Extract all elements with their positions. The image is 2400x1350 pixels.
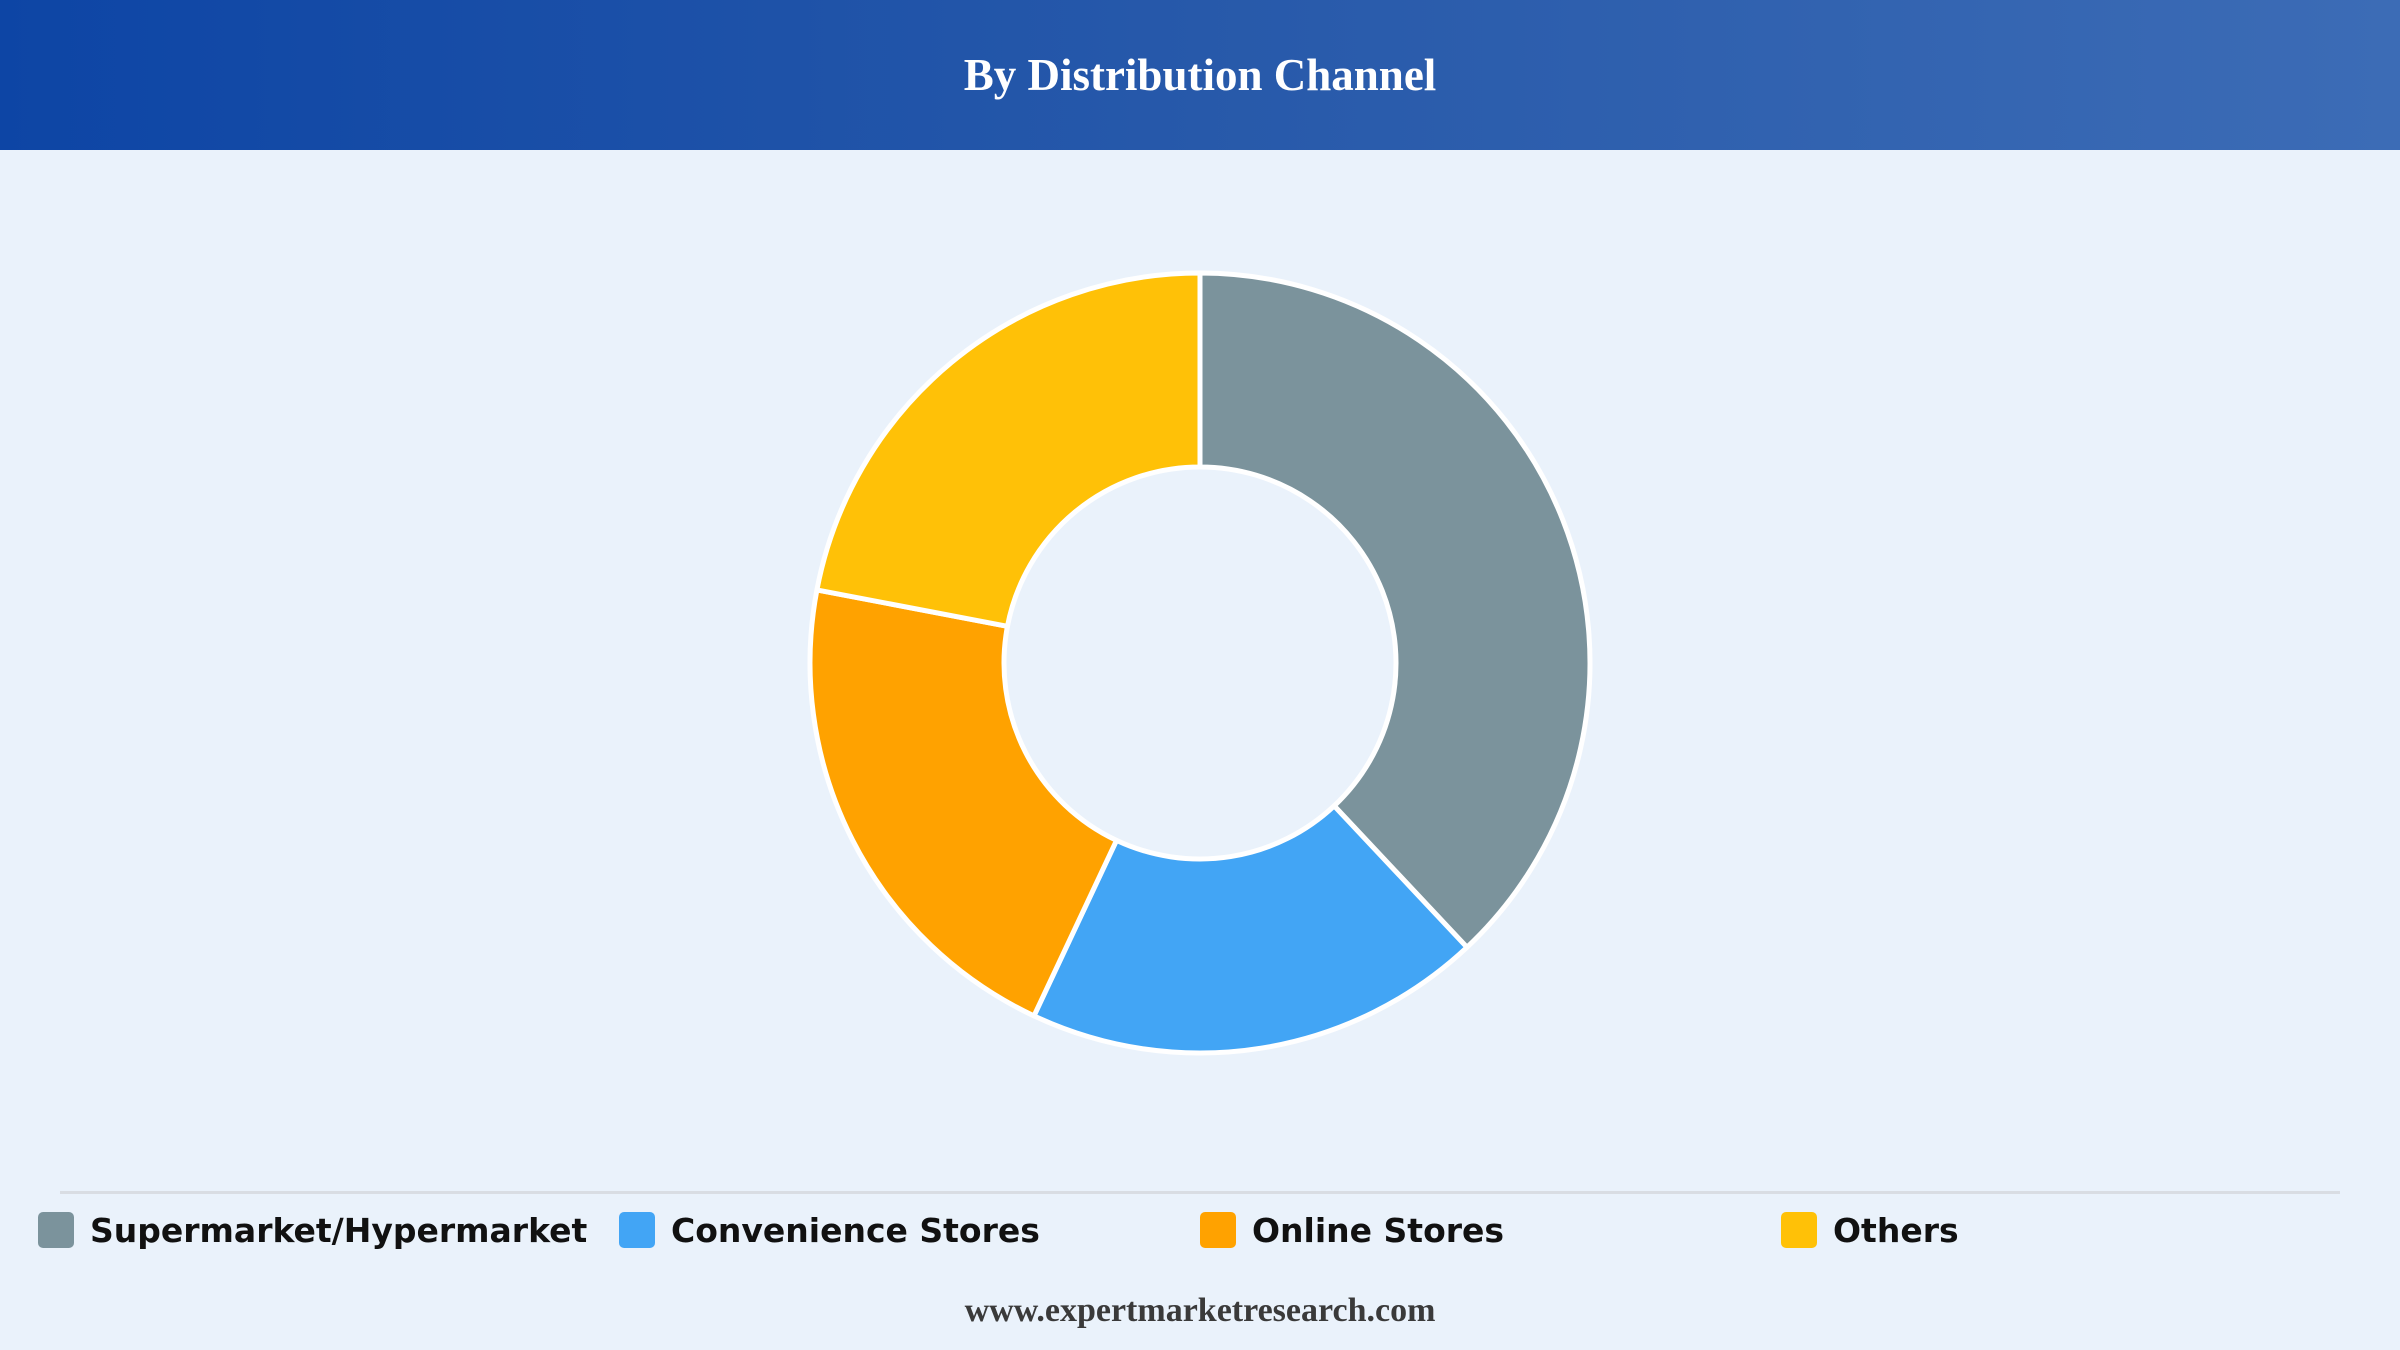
legend-swatch bbox=[1200, 1212, 1236, 1248]
chart-legend: Supermarket/Hypermarket Convenience Stor… bbox=[0, 1202, 2400, 1258]
legend-label: Convenience Stores bbox=[671, 1210, 1040, 1250]
footer-url: www.expertmarketresearch.com bbox=[964, 1292, 1436, 1329]
legend-label: Supermarket/Hypermarket bbox=[90, 1210, 588, 1250]
donut-slice-others bbox=[814, 270, 1203, 629]
legend-swatch bbox=[38, 1212, 74, 1248]
legend-swatch bbox=[619, 1212, 655, 1248]
chart-title: By Distribution Channel bbox=[963, 50, 1437, 100]
legend-label: Online Stores bbox=[1252, 1210, 1505, 1250]
chart-header: By Distribution Channel bbox=[0, 0, 2400, 150]
legend-label: Others bbox=[1833, 1210, 1959, 1250]
legend-item-online-stores: Online Stores bbox=[1200, 1202, 1504, 1258]
legend-divider bbox=[60, 1191, 2340, 1194]
donut-slice-supermarket-hypermarket bbox=[1197, 270, 1593, 950]
legend-item-convenience-stores: Convenience Stores bbox=[619, 1202, 1040, 1258]
legend-item-others: Others bbox=[1781, 1202, 1959, 1258]
legend-item-supermarket-hypermarket: Supermarket/Hypermarket bbox=[38, 1202, 587, 1258]
donut-chart bbox=[807, 270, 1593, 1056]
donut-slices bbox=[807, 270, 1593, 1056]
legend-swatch bbox=[1781, 1212, 1817, 1248]
